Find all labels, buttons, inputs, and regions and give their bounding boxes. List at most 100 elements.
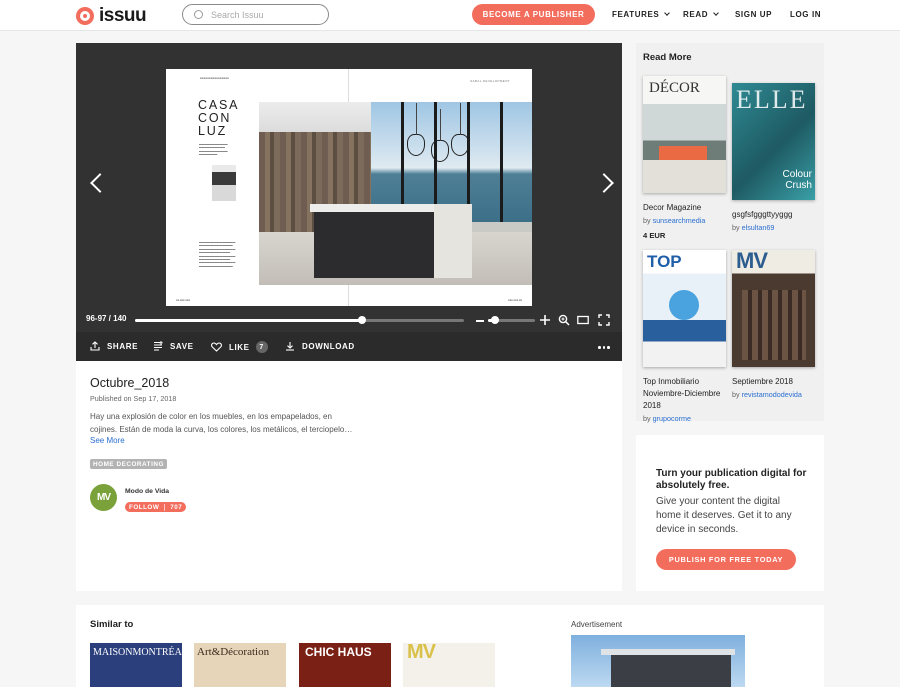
author-link[interactable]: elsultan69 bbox=[742, 223, 775, 232]
magazine-cover[interactable]: MV bbox=[732, 250, 815, 367]
article-title-line: LUZ bbox=[198, 124, 228, 138]
nav-sign-up[interactable]: SIGN UP bbox=[735, 10, 772, 19]
nav-read[interactable]: READ bbox=[683, 10, 719, 19]
by-prefix: by bbox=[732, 223, 740, 232]
advertisement-banner[interactable] bbox=[571, 635, 745, 687]
pendant-lamp bbox=[451, 103, 469, 156]
magazine-cover[interactable]: DÉCOR bbox=[643, 76, 726, 193]
article-title: CASA CON LUZ bbox=[198, 99, 239, 138]
similar-cover-title: MV bbox=[407, 643, 436, 663]
cover-title: DÉCOR bbox=[649, 80, 700, 96]
like-button[interactable]: LIKE 7 bbox=[211, 341, 268, 353]
become-publisher-button[interactable]: BECOME A PUBLISHER bbox=[472, 4, 595, 25]
follow-button[interactable]: FOLLOW 707 bbox=[125, 502, 187, 512]
fullscreen-icon[interactable] bbox=[598, 314, 610, 326]
read-more-item[interactable]: TOP Top Inmobiliario Noviembre-Diciembre… bbox=[643, 250, 729, 423]
follow-label: FOLLOW bbox=[129, 503, 160, 511]
similar-cover[interactable]: Art&Décoration bbox=[194, 643, 286, 687]
kitchen-photo bbox=[259, 102, 532, 285]
page-progress-slider[interactable] bbox=[135, 316, 464, 324]
single-page-icon[interactable] bbox=[577, 314, 589, 326]
next-page-arrow-icon[interactable] bbox=[594, 173, 614, 193]
by-prefix: by bbox=[643, 414, 651, 423]
cover-title: ELLE bbox=[736, 85, 808, 114]
previous-page-arrow-icon[interactable] bbox=[90, 173, 110, 193]
search-icon bbox=[194, 10, 203, 19]
read-more-item[interactable]: DÉCOR Decor Magazine by sunsearchmedia 4… bbox=[643, 76, 729, 240]
similar-cover-title: MAISONMONTRÉAL bbox=[93, 647, 182, 658]
promo-title: Turn your publication digital for absolu… bbox=[656, 468, 807, 491]
search-input[interactable] bbox=[211, 9, 321, 20]
save-button[interactable]: SAVE bbox=[153, 341, 194, 351]
photo-island-side bbox=[434, 204, 472, 278]
cover-sofa bbox=[659, 146, 707, 160]
nav-read-label: READ bbox=[683, 10, 709, 19]
author-link[interactable]: grupocorme bbox=[653, 414, 691, 423]
avatar[interactable]: MV bbox=[90, 484, 117, 511]
author-name[interactable]: Modo de Vida bbox=[125, 488, 169, 495]
photo-kitchen-island bbox=[310, 204, 450, 278]
magazine-cover[interactable]: ELLE Colour Crush bbox=[732, 83, 815, 200]
article-body-text: ▬▬▬▬▬▬▬▬▬▬▬▬▬▬ ▬▬▬▬▬▬▬▬▬▬▬▬▬ ▬▬▬▬▬▬▬▬▬▬▬… bbox=[199, 241, 236, 268]
read-more-item-name: Septiembre 2018 bbox=[732, 377, 793, 386]
read-more-item[interactable]: MV Septiembre 2018 by revistamododevida bbox=[732, 250, 818, 399]
nav-features[interactable]: FEATURES bbox=[612, 10, 671, 19]
read-more-item-name: gsgfsfgggttyyggg bbox=[732, 210, 793, 219]
read-more-item-name: Decor Magazine bbox=[643, 203, 702, 212]
document-viewer[interactable]: ■■■■■■■■■■■■■■■■ CASA CON LUZ ▬▬▬▬▬▬▬▬▬▬… bbox=[76, 43, 622, 332]
read-more-item-price: 4 EUR bbox=[643, 231, 666, 240]
similar-cover[interactable]: MAISONMONTRÉAL bbox=[90, 643, 182, 687]
save-label: SAVE bbox=[170, 341, 194, 351]
more-options-icon[interactable] bbox=[598, 346, 610, 349]
cover-illustration bbox=[669, 290, 699, 320]
page-number-left: ■■ ■■■ ■■■ bbox=[176, 299, 190, 302]
read-more-item-author: by elsultan69 bbox=[732, 223, 818, 232]
action-bar: SHARE SAVE LIKE 7 DOWNLOAD bbox=[76, 332, 622, 361]
ad-roof bbox=[601, 649, 735, 655]
by-prefix: by bbox=[643, 216, 651, 225]
see-more-link[interactable]: See More bbox=[90, 436, 125, 445]
chevron-down-icon bbox=[664, 10, 671, 16]
promo-text: Give your content the digital home it de… bbox=[656, 496, 792, 535]
magnifier-icon[interactable] bbox=[558, 314, 570, 326]
zoom-in-icon[interactable] bbox=[539, 314, 551, 326]
share-button[interactable]: SHARE bbox=[90, 341, 138, 351]
like-count-badge: 7 bbox=[255, 341, 268, 353]
share-label: SHARE bbox=[107, 341, 139, 351]
similar-cover[interactable]: MV bbox=[403, 643, 495, 687]
issuu-logo-icon bbox=[76, 7, 94, 25]
read-more-title: Read More bbox=[643, 52, 692, 63]
similar-cover[interactable]: CHIC HAUS bbox=[299, 643, 391, 687]
follower-count: 707 bbox=[170, 503, 183, 511]
magazine-cover[interactable]: TOP bbox=[643, 250, 726, 367]
search-box[interactable] bbox=[182, 4, 329, 25]
read-more-panel: Read More DÉCOR Decor Magazine by sunsea… bbox=[636, 43, 824, 423]
author-link[interactable]: sunsearchmedia bbox=[653, 216, 706, 225]
like-label: LIKE bbox=[229, 342, 250, 352]
share-icon bbox=[90, 341, 100, 351]
issuu-logo[interactable]: issuu bbox=[76, 5, 147, 27]
zoom-handle[interactable] bbox=[491, 316, 500, 324]
nav-features-label: FEATURES bbox=[612, 10, 660, 19]
ad-house-image bbox=[611, 653, 731, 687]
progress-handle[interactable] bbox=[358, 316, 366, 324]
page-number-right: ■■■ ■■■ ■■ bbox=[508, 299, 522, 302]
pendant-lamp bbox=[431, 109, 449, 162]
publish-free-button[interactable]: PUBLISH FOR FREE TODAY bbox=[656, 549, 796, 570]
by-prefix: by bbox=[732, 390, 740, 399]
page-spread[interactable]: ■■■■■■■■■■■■■■■■ CASA CON LUZ ▬▬▬▬▬▬▬▬▬▬… bbox=[166, 69, 532, 306]
article-intro-text: ▬▬▬▬▬▬▬▬▬▬▬ ▬▬▬▬▬▬▬▬▬▬ ▬▬▬▬▬▬▬▬▬▬▬ ▬▬▬▬▬… bbox=[199, 143, 228, 157]
cover-title: TOP bbox=[647, 252, 682, 271]
author-link[interactable]: revistamododevida bbox=[742, 390, 802, 399]
cover-title: MV bbox=[736, 250, 768, 273]
read-more-item[interactable]: ELLE Colour Crush gsgfsfgggttyyggg by el… bbox=[732, 83, 818, 232]
zoom-slider[interactable] bbox=[488, 316, 535, 324]
advertisement-label: Advertisement bbox=[571, 620, 623, 629]
nav-log-in[interactable]: LOG IN bbox=[790, 10, 821, 19]
pendant-lamp bbox=[407, 103, 425, 156]
read-more-item-author: by grupocorme bbox=[643, 414, 729, 423]
tag-home-decorating[interactable]: HOME DECORATING bbox=[90, 459, 167, 469]
download-button[interactable]: DOWNLOAD bbox=[285, 341, 355, 351]
section-label: SABAL DEVELOPMENT bbox=[470, 79, 510, 83]
zoom-out-icon[interactable] bbox=[476, 320, 484, 322]
